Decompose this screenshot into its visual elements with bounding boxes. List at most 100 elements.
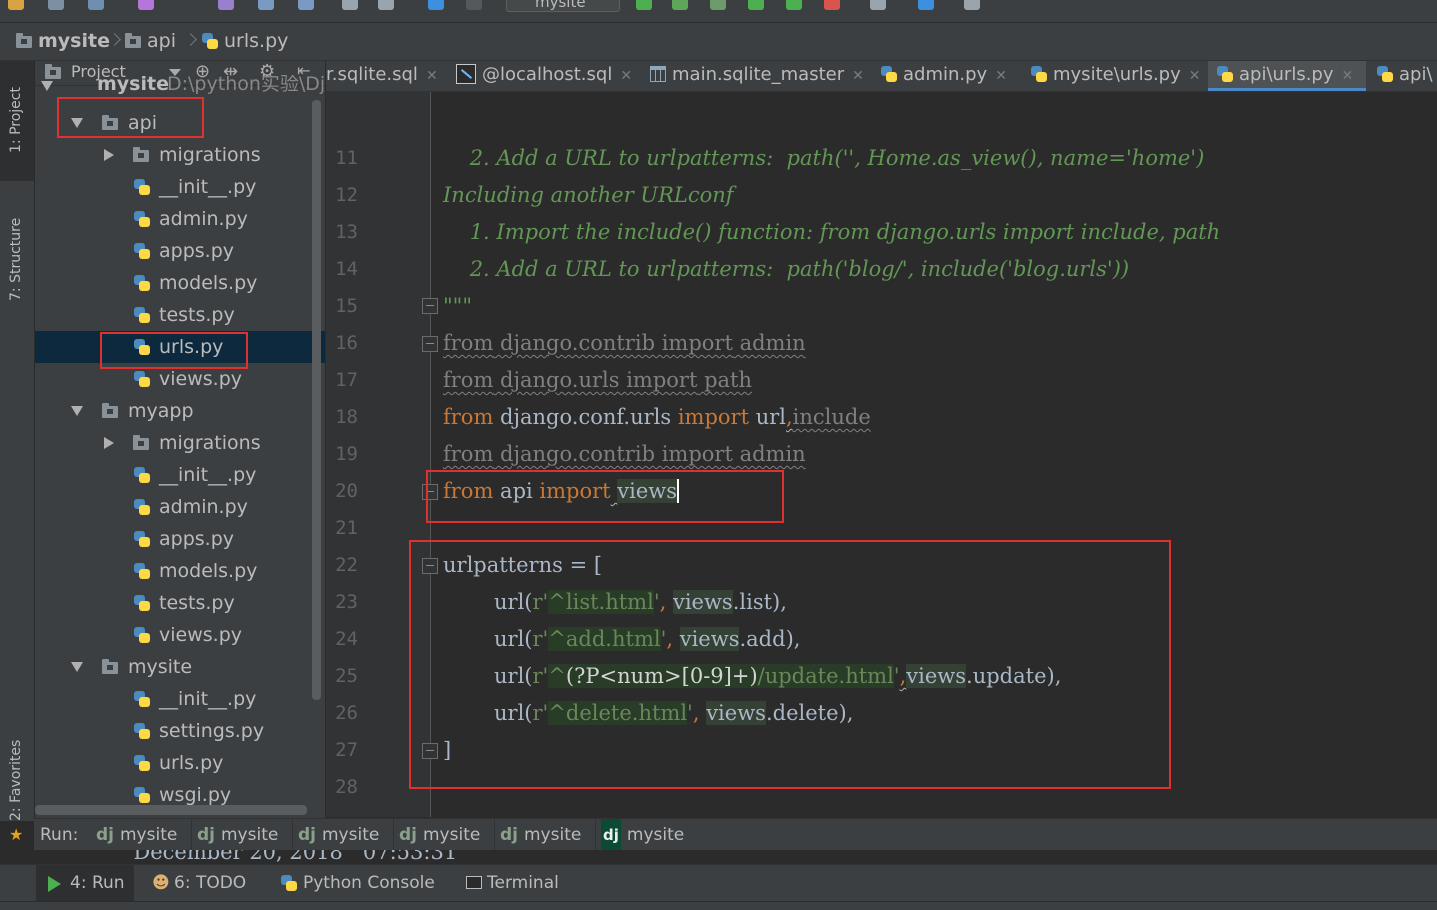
- tab-api-urls-active[interactable]: api\urls.py ✕: [1208, 61, 1366, 91]
- terminal-button[interactable]: Terminal: [464, 865, 574, 902]
- search-icon[interactable]: [342, 0, 358, 10]
- sdk-icon[interactable]: [964, 0, 980, 10]
- paste-icon[interactable]: [298, 0, 314, 10]
- project-horizontal-scrollbar[interactable]: [35, 805, 307, 815]
- line-number: 28: [335, 776, 358, 798]
- tree-item-file[interactable]: models.py: [35, 267, 325, 299]
- code-line-19: from django.contrib import admin: [443, 442, 806, 466]
- fold-marker-icon[interactable]: [422, 298, 438, 314]
- close-icon[interactable]: ✕: [1189, 68, 1201, 84]
- close-icon[interactable]: ✕: [852, 68, 864, 84]
- settings-icon[interactable]: [870, 0, 886, 10]
- tab-mysite-urls[interactable]: mysite\urls.py ✕: [1030, 61, 1200, 91]
- tree-item-migrations[interactable]: migrations: [35, 427, 325, 459]
- close-icon[interactable]: ✕: [620, 68, 632, 84]
- forward-icon[interactable]: [218, 0, 234, 10]
- tree-item-file[interactable]: admin.py: [35, 491, 325, 523]
- collapsed-arrow-icon: [104, 437, 114, 449]
- python-file-icon: [133, 466, 151, 484]
- tab-localhost-sql[interactable]: @localhost.sql ✕: [456, 61, 632, 91]
- sync-icon[interactable]: [88, 0, 104, 10]
- tree-item-file[interactable]: apps.py: [35, 235, 325, 267]
- run-tab[interactable]: dj mysite: [494, 819, 596, 851]
- tab-admin-py[interactable]: admin.py ✕: [880, 61, 1007, 91]
- python-file-icon: [133, 306, 151, 324]
- run-icon[interactable]: [636, 0, 652, 10]
- run-tab[interactable]: dj mysite: [393, 819, 495, 851]
- tree-root-mysite[interactable]: mysite D:\python实验\Dja: [35, 75, 325, 97]
- annotation-box-urlpatterns: [409, 540, 1171, 789]
- help-icon[interactable]: [918, 0, 934, 10]
- run-tab[interactable]: dj mysite: [90, 819, 192, 851]
- copy-icon[interactable]: [258, 0, 274, 10]
- nav-back-icon[interactable]: [428, 0, 444, 10]
- tree-item-file[interactable]: __init__.py: [35, 171, 325, 203]
- save-icon[interactable]: [48, 0, 64, 10]
- back-icon[interactable]: [138, 0, 154, 10]
- favorites-tool-tab[interactable]: 2: Favorites ★: [0, 731, 34, 851]
- breadcrumb-file[interactable]: urls.py: [201, 29, 288, 53]
- run-tool-button[interactable]: 4: Run: [36, 865, 134, 902]
- tree-item-migrations[interactable]: migrations: [35, 139, 325, 171]
- project-tool-tab[interactable]: 1: Project: [0, 61, 34, 181]
- tree-item-file[interactable]: models.py: [35, 555, 325, 587]
- close-icon[interactable]: ✕: [1342, 68, 1354, 84]
- tree-item-file[interactable]: settings.py: [35, 715, 325, 747]
- tree-item-mysite[interactable]: mysite: [35, 651, 325, 683]
- coverage-icon[interactable]: [710, 0, 726, 10]
- python-file-icon: [201, 32, 219, 50]
- main-toolbar: mysite: [0, 0, 1437, 23]
- django-icon: dj: [96, 825, 114, 845]
- run-config-select[interactable]: mysite: [506, 0, 620, 12]
- line-number: 15: [335, 295, 358, 317]
- tab-sqlite-master[interactable]: main.sqlite_master ✕: [650, 61, 864, 91]
- stop-icon[interactable]: [824, 0, 840, 10]
- concurrency-icon[interactable]: [786, 0, 802, 10]
- folder-icon: [125, 33, 141, 48]
- sql-file-icon: [456, 64, 476, 84]
- tree-item-file[interactable]: admin.py: [35, 203, 325, 235]
- line-number: 14: [335, 258, 358, 280]
- code-line-13: 1. Import the include() function: from d…: [443, 220, 1221, 244]
- line-number: 25: [335, 665, 358, 687]
- line-number: 26: [335, 702, 358, 724]
- python-file-icon: [133, 754, 151, 772]
- close-icon[interactable]: ✕: [995, 68, 1007, 84]
- tree-item-file[interactable]: __init__.py: [35, 683, 325, 715]
- fold-marker-icon[interactable]: [422, 336, 438, 352]
- chevron-right-icon: [108, 33, 121, 46]
- run-tab[interactable]: dj mysite: [191, 819, 293, 851]
- python-console-button[interactable]: Python Console: [280, 865, 440, 902]
- python-file-icon: [133, 594, 151, 612]
- run-tab[interactable]: dj mysite: [292, 819, 394, 851]
- run-console[interactable]: " " December 20, 2018 07:53:31: [34, 850, 1437, 864]
- bottom-tool-bar: 4: Run ☻ 6: TODO Python Console Terminal: [0, 864, 1437, 902]
- todo-tool-button[interactable]: ☻ 6: TODO: [150, 865, 260, 902]
- debug-icon[interactable]: [672, 0, 688, 10]
- profile-icon[interactable]: [748, 0, 764, 10]
- run-tab-active[interactable]: dj mysite: [595, 819, 696, 851]
- tree-item-file[interactable]: urls.py: [35, 747, 325, 779]
- structure-tool-tab[interactable]: 7: Structure: [0, 201, 34, 331]
- python-file-icon: [133, 626, 151, 644]
- tree-item-file[interactable]: __init__.py: [35, 459, 325, 491]
- nav-forward-icon[interactable]: [466, 0, 482, 10]
- tree-item-file[interactable]: tests.py: [35, 299, 325, 331]
- table-icon: [650, 66, 666, 82]
- project-vertical-scrollbar[interactable]: [312, 100, 321, 700]
- tree-item-file[interactable]: apps.py: [35, 523, 325, 555]
- tree-item-file[interactable]: views.py: [35, 619, 325, 651]
- line-number: 24: [335, 628, 358, 650]
- replace-icon[interactable]: [378, 0, 394, 10]
- tab-api-overflow[interactable]: api\: [1376, 61, 1433, 91]
- breadcrumb-api[interactable]: api: [125, 29, 176, 53]
- open-icon[interactable]: [8, 0, 24, 10]
- tree-item-myapp[interactable]: myapp: [35, 395, 325, 427]
- tab-sqlite-sql[interactable]: r.sqlite.sql ✕: [326, 61, 444, 91]
- project-panel: Project ⊕ ⇹ ⚙ ⇤ mysite D:\python实验\Dja a…: [35, 61, 325, 818]
- tree-item-file[interactable]: tests.py: [35, 587, 325, 619]
- python-file-icon: [133, 370, 151, 388]
- python-file-icon: [133, 786, 151, 804]
- breadcrumb-project[interactable]: mysite: [16, 29, 110, 53]
- close-icon[interactable]: ✕: [426, 68, 438, 84]
